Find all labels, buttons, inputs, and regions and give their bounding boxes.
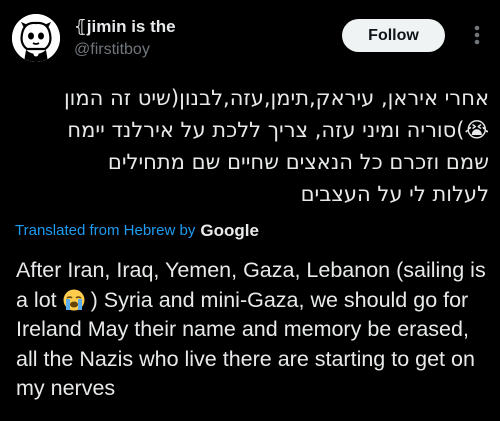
post-translated-text: After Iran, Iraq, Yemen, Gaza, Lebanon (… (16, 256, 494, 404)
cartoon-avatar-icon (12, 14, 60, 62)
hebrew-line: שמם וזכרם כל הנאצים שחיים שם מתחילים (107, 150, 489, 174)
hebrew-line: 😭)סוריה ומיני עזה, צריך ללכת על אירלנד י… (67, 118, 489, 142)
translation-attribution[interactable]: Translated from Hebrew by Google (15, 221, 259, 241)
english-text-part-2: ) Syria and mini-Gaza, we should go for … (16, 287, 475, 401)
author-handle[interactable]: @firstitboy (74, 39, 176, 61)
google-logo: Google (200, 221, 259, 240)
loudly-crying-face-icon (63, 289, 85, 310)
vertical-ellipsis-icon[interactable] (467, 24, 487, 46)
follow-button[interactable]: Follow (342, 19, 445, 52)
hebrew-line: לעלות לי על העצבים (300, 182, 489, 206)
avatar[interactable] (12, 14, 60, 62)
hebrew-line: אחרי איראן, עיראק,תימן,עזה,לבנון(שיט זה … (63, 86, 489, 110)
translated-label: Translated from Hebrew by (15, 222, 196, 239)
post-original-text: אחרי איראן, עיראק,תימן,עזה,לבנון(שיט זה … (12, 82, 489, 210)
post-header: ⦃jimin is the @firstitboy Follow (12, 14, 488, 62)
author-display-name[interactable]: ⦃jimin is the (74, 16, 176, 38)
author-names: ⦃jimin is the @firstitboy (74, 16, 176, 61)
